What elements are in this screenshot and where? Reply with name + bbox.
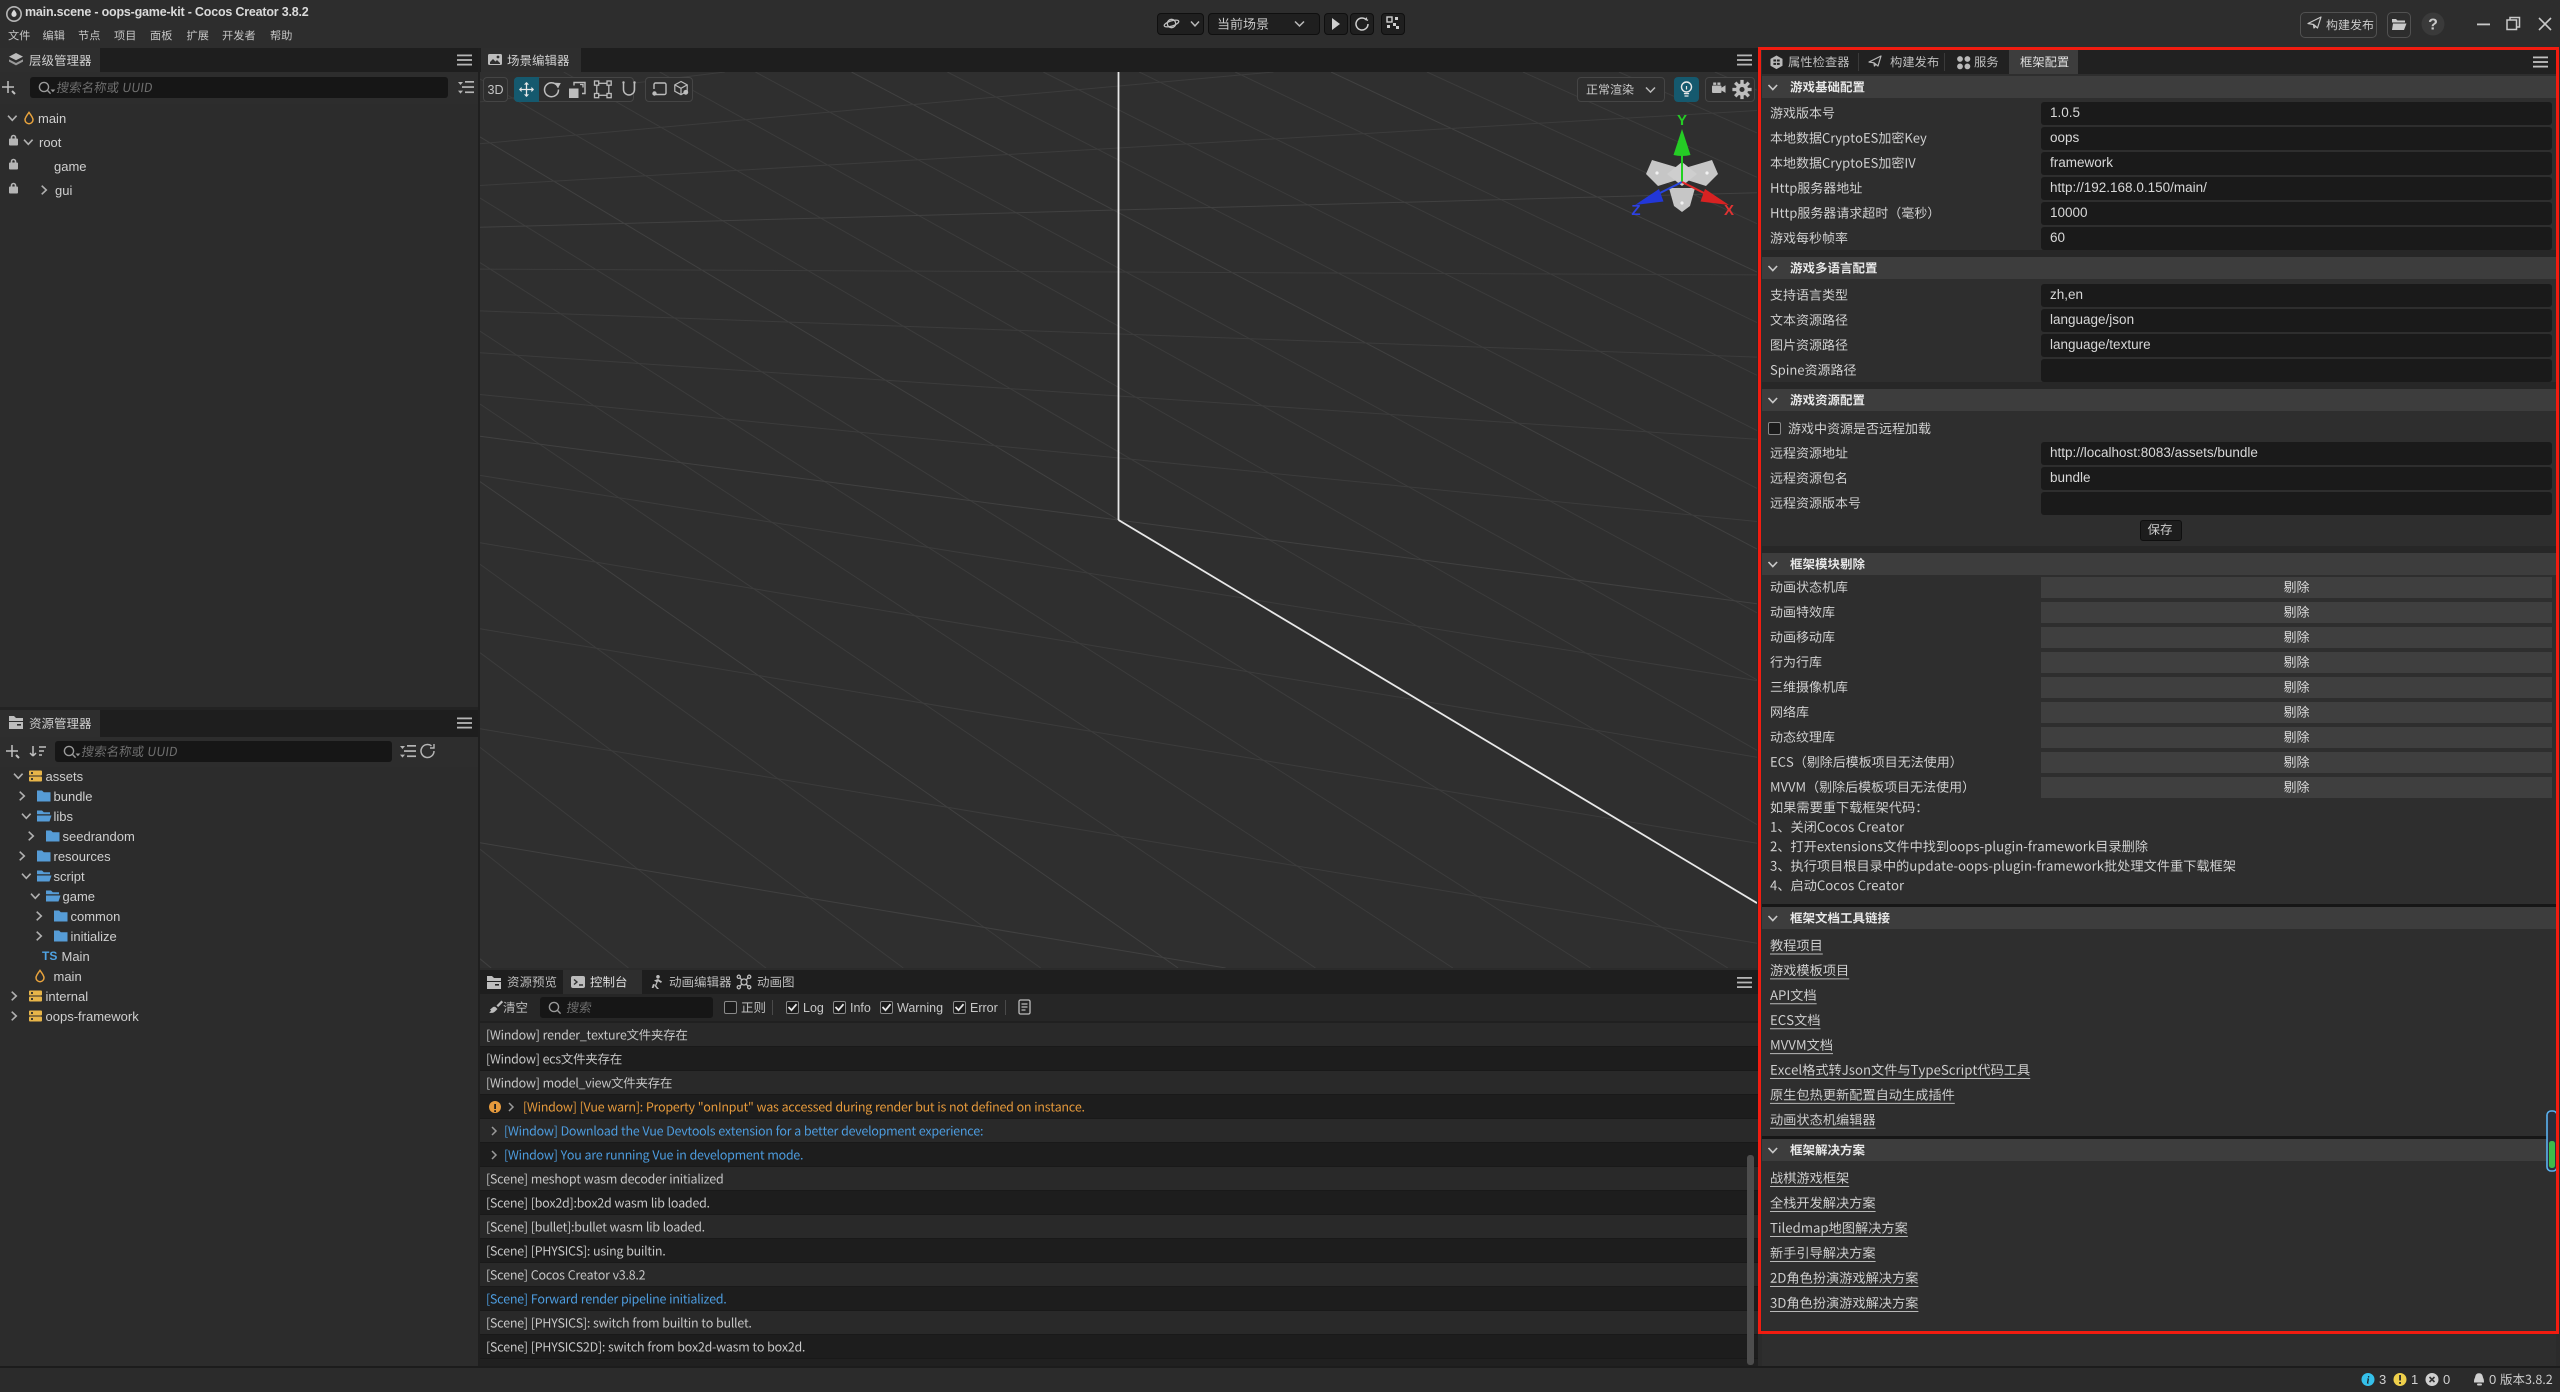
svg-text:Z: Z — [1631, 202, 1640, 219]
svg-text:X: X — [1724, 202, 1734, 219]
svg-text:Y: Y — [1677, 112, 1687, 129]
